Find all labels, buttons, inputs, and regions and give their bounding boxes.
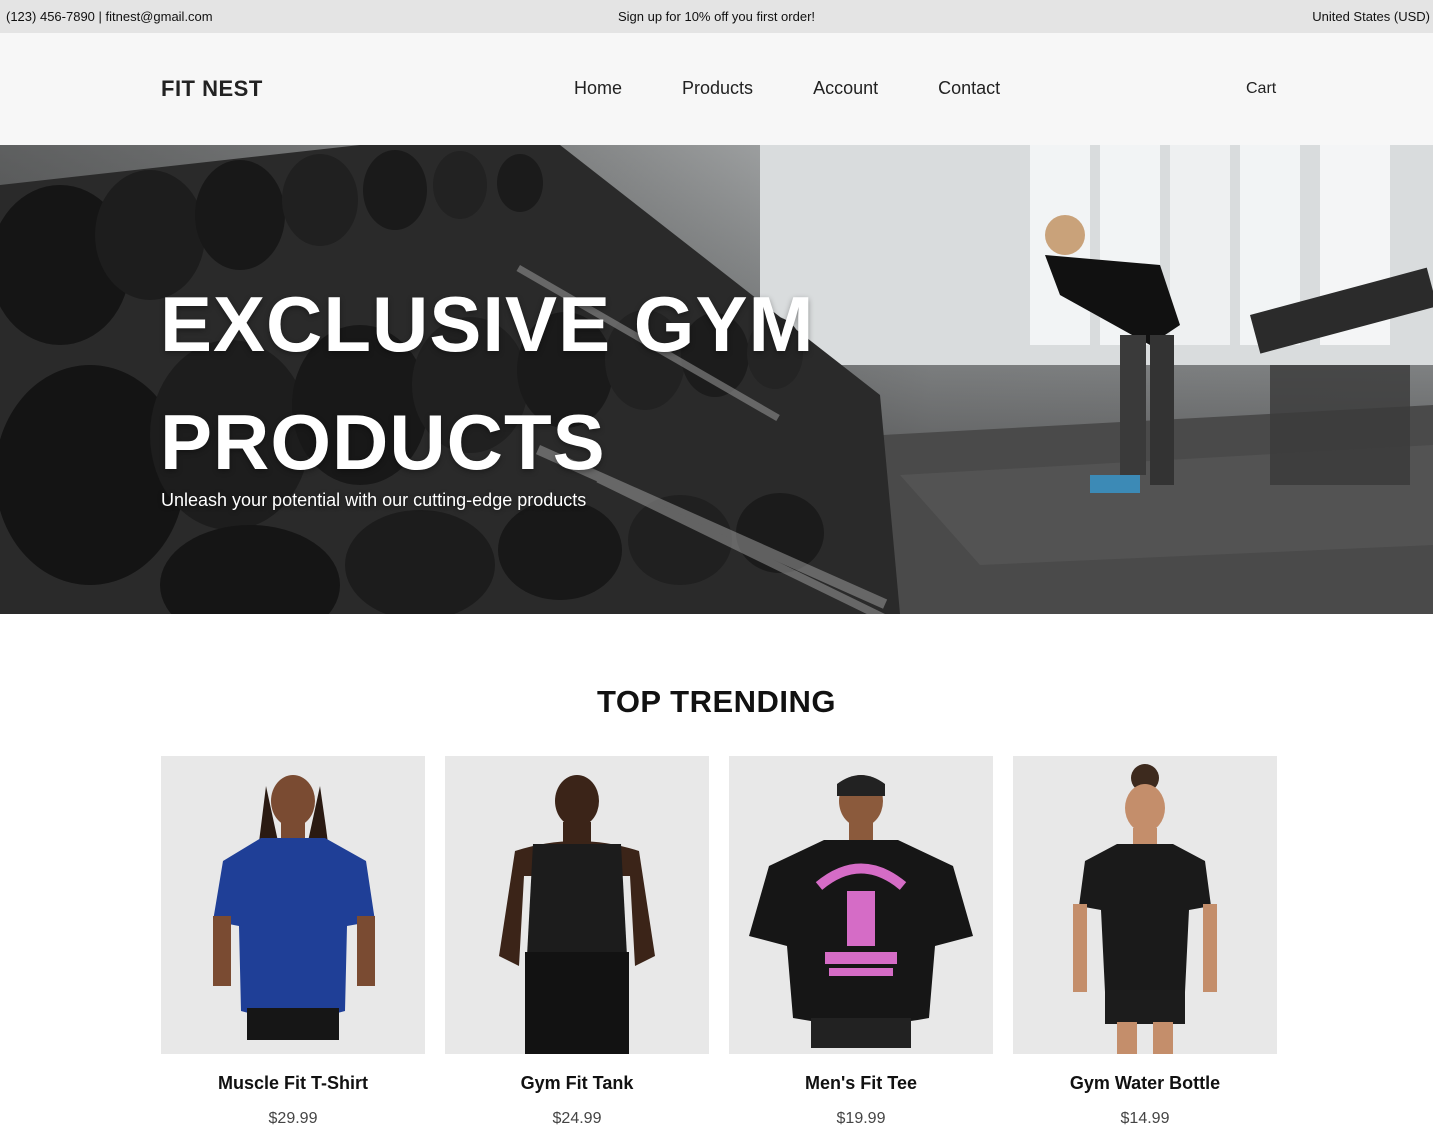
logo[interactable]: FIT NEST [161,76,263,102]
nav-home[interactable]: Home [574,78,622,99]
hero-subtitle: Unleash your potential with our cutting-… [161,490,587,510]
product-image[interactable] [1013,756,1277,1054]
product-image[interactable] [729,756,993,1054]
product-card[interactable]: Gym Water Bottle $14.99 [1013,756,1277,1128]
product-price: $14.99 [1120,1110,1170,1127]
product-grid: Muscle Fit T-Shirt $29.99 Gym Fit Tank $… [161,756,1277,1128]
product-image[interactable] [445,756,709,1054]
product-name[interactable]: Men's Fit Tee [729,1073,993,1094]
product-name[interactable]: Gym Water Bottle [1013,1073,1277,1094]
nav-products[interactable]: Products [682,78,753,99]
model-tee-image [749,775,973,1048]
product-price: $19.99 [836,1110,886,1127]
product-name[interactable]: Muscle Fit T-Shirt [161,1073,425,1094]
model-bottle-image [1073,764,1217,1054]
hero-title: EXCLUSIVE GYM PRODUCTS [160,265,920,501]
hero-title-line1: EXCLUSIVE GYM [160,280,815,368]
model-tshirt-image [213,775,375,1040]
contact-info: (123) 456-7890 | fitnest@gmail.com [6,9,213,24]
cart-link[interactable]: Cart [1246,80,1276,98]
main-nav: Home Products Account Contact [574,78,1000,99]
product-card[interactable]: Gym Fit Tank $24.99 [445,756,709,1128]
nav-contact[interactable]: Contact [938,78,1000,99]
product-price: $24.99 [552,1110,602,1127]
top-trending-section: TOP TRENDING Muscle Fit T-Shirt $29.99 G… [0,614,1433,1138]
announcement-bar: (123) 456-7890 | fitnest@gmail.com Sign … [0,0,1433,33]
product-card[interactable]: Men's Fit Tee $19.99 [729,756,993,1128]
site-header: FIT NEST Home Products Account Contact C… [0,33,1433,145]
promo-text[interactable]: Sign up for 10% off you first order! [618,9,815,24]
model-tank-image [499,775,655,1054]
hero-banner: EXCLUSIVE GYM PRODUCTS Unleash your pote… [0,145,1433,614]
nav-account[interactable]: Account [813,78,878,99]
section-heading: TOP TRENDING [596,684,837,719]
hero-title-line2: PRODUCTS [160,398,606,486]
product-name[interactable]: Gym Fit Tank [445,1073,709,1094]
region-selector[interactable]: United States (USD) [1312,9,1430,24]
product-card[interactable]: Muscle Fit T-Shirt $29.99 [161,756,425,1128]
product-price: $29.99 [268,1110,318,1127]
product-image[interactable] [161,756,425,1054]
